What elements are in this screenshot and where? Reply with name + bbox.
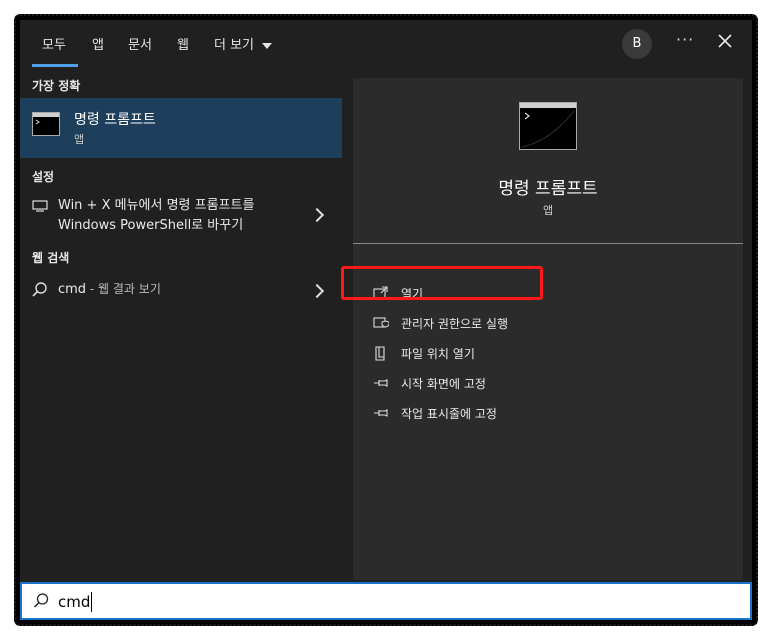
tab-all[interactable]: 모두 — [42, 34, 66, 53]
action-open-file-location[interactable]: 파일 위치 열기 — [373, 342, 673, 364]
best-match-subtitle: 앱 — [74, 133, 85, 146]
web-search-query: cmd — [58, 282, 87, 297]
preview-subtitle: 앱 — [542, 204, 554, 217]
avatar[interactable]: B — [622, 29, 652, 59]
close-icon[interactable] — [716, 32, 734, 50]
action-label: 관리자 권한으로 실행 — [401, 317, 508, 331]
settings-item[interactable]: Win + X 메뉴에서 명령 프롬프트를 Windows PowerShell… — [20, 194, 342, 242]
action-label: 시작 화면에 고정 — [401, 377, 486, 391]
best-match-item[interactable]: 명령 프롬프트 앱 — [20, 98, 342, 158]
more-options-button[interactable]: ··· — [676, 30, 694, 49]
filter-tab-bar: 모두 앱 문서 웹 더 보기 B ··· — [20, 20, 752, 68]
chevron-right-icon[interactable] — [309, 283, 325, 299]
highlight-box — [341, 266, 543, 300]
pin-icon — [374, 379, 388, 387]
search-bar[interactable] — [20, 582, 752, 620]
divider — [353, 243, 743, 244]
tab-active-indicator — [32, 64, 78, 67]
action-run-as-admin[interactable]: 관리자 권한으로 실행 — [373, 312, 673, 334]
settings-item-label: Win + X 메뉴에서 명령 프롬프트를 Windows PowerShell… — [58, 196, 308, 236]
chevron-down-icon — [262, 42, 273, 49]
settings-item-line2: Windows PowerShell로 바꾸기 — [58, 218, 244, 233]
preview-pane: 명령 프롬프트 앱 열기 관리자 권한으로 실행 파일 위치 열기 시작 화면에… — [353, 78, 743, 580]
web-search-label: cmd - 웹 결과 보기 — [58, 280, 161, 297]
command-prompt-icon — [32, 112, 60, 136]
monitor-icon — [32, 200, 48, 212]
tab-more-label: 더 보기 — [214, 38, 255, 53]
text-caret — [91, 592, 92, 612]
web-search-suffix: - 웹 결과 보기 — [86, 282, 161, 296]
search-input[interactable] — [58, 591, 658, 613]
action-label: 파일 위치 열기 — [401, 347, 475, 361]
web-search-heading: 웹 검색 — [32, 251, 70, 265]
preview-title: 명령 프롬프트 — [498, 179, 598, 199]
best-match-heading: 가장 정확 — [32, 79, 81, 93]
tab-more[interactable]: 더 보기 — [214, 34, 273, 53]
chevron-right-icon[interactable] — [309, 207, 325, 223]
search-icon — [33, 593, 49, 608]
file-location-icon — [375, 346, 385, 361]
search-icon — [32, 282, 47, 297]
tab-documents[interactable]: 문서 — [128, 34, 152, 53]
start-search-window: 모두 앱 문서 웹 더 보기 B ··· 가장 정확 명령 프롬프트 앱 설정 … — [20, 20, 752, 620]
settings-heading: 설정 — [32, 170, 55, 184]
web-search-item[interactable]: cmd - 웹 결과 보기 — [20, 274, 342, 306]
results-pane: 가장 정확 명령 프롬프트 앱 설정 Win + X 메뉴에서 명령 프롬프트를… — [20, 68, 342, 580]
pin-icon — [374, 409, 388, 417]
tab-web[interactable]: 웹 — [177, 34, 189, 53]
action-pin-to-start[interactable]: 시작 화면에 고정 — [373, 372, 673, 394]
shield-icon — [373, 317, 389, 328]
action-label: 작업 표시줄에 고정 — [401, 407, 497, 421]
command-prompt-large-icon — [519, 102, 577, 150]
best-match-title: 명령 프롬프트 — [74, 112, 156, 128]
settings-item-line1: Win + X 메뉴에서 명령 프롬프트를 — [58, 198, 255, 213]
action-pin-to-taskbar[interactable]: 작업 표시줄에 고정 — [373, 402, 673, 424]
tab-apps[interactable]: 앱 — [92, 34, 104, 53]
